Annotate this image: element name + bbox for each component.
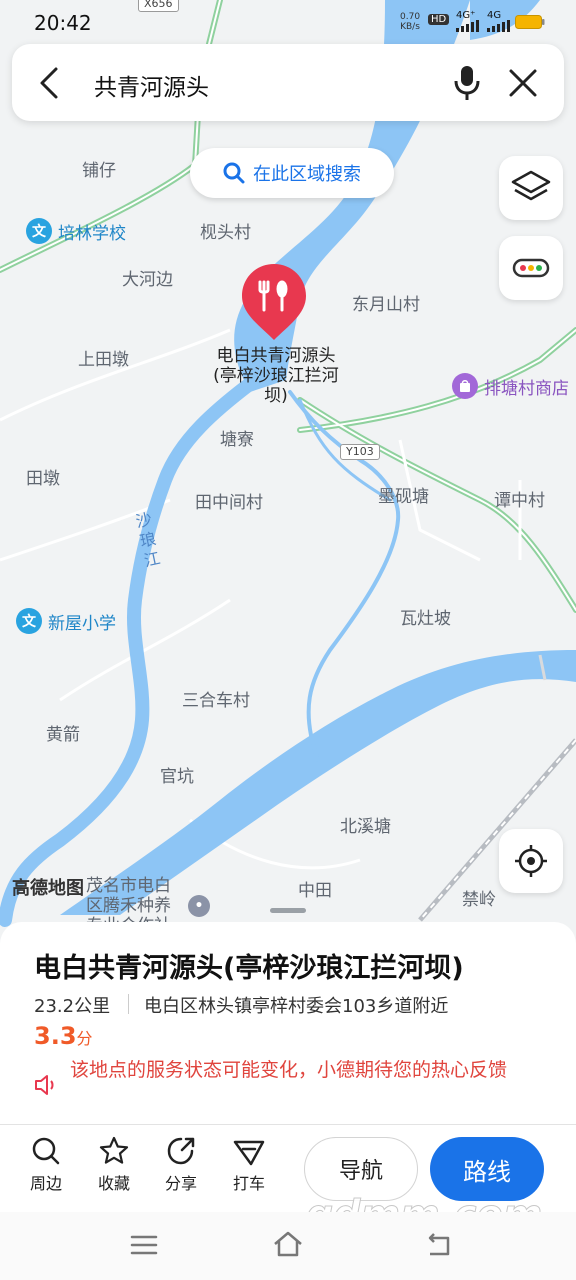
speaker-icon xyxy=(35,1075,54,1095)
share-icon xyxy=(167,1137,195,1165)
place-label: 田中间村 xyxy=(195,493,263,513)
place-label: 官坑 xyxy=(160,767,194,787)
place-label: 墨砚塘 xyxy=(378,487,429,507)
place-label: 大河边 xyxy=(122,270,173,290)
rating-unit: 分 xyxy=(76,1029,93,1048)
place-label: 枧头村 xyxy=(200,223,251,243)
system-nav-bar xyxy=(0,1212,576,1280)
net-speed: 0.70 KB/s xyxy=(400,12,421,32)
drag-handle[interactable] xyxy=(270,908,306,913)
place-title: 电白共青河源头(亭梓沙琅江拦河坝) xyxy=(34,953,464,984)
share-label: 分享 xyxy=(164,1174,197,1193)
place-label: 黄箭 xyxy=(46,725,80,745)
signal-icon xyxy=(487,20,510,32)
taxi-label: 打车 xyxy=(232,1174,265,1193)
place-label: 铺仔 xyxy=(82,161,116,181)
layers-icon xyxy=(511,170,551,201)
poi-school-2[interactable]: 文 新屋小学 xyxy=(16,608,116,634)
hd-badge: HD xyxy=(428,14,450,25)
my-location-button[interactable] xyxy=(499,829,563,893)
place-distance: 23.2公里 xyxy=(34,996,111,1017)
place-label: 塘寮 xyxy=(220,430,254,450)
service-notice[interactable]: 该地点的服务状态可能变化，小德期待您的热心反馈 xyxy=(70,1056,540,1085)
school-icon: 文 xyxy=(26,218,52,244)
action-bar-divider xyxy=(0,1124,576,1125)
school-icon: 文 xyxy=(16,608,42,634)
microphone-icon[interactable] xyxy=(452,64,482,102)
search-icon xyxy=(223,162,245,184)
status-bar: 20:42 0.70 KB/s HD 4G⁺ 4G xyxy=(0,0,576,42)
search-this-area-label: 在此区域搜索 xyxy=(253,164,361,185)
rating-value: 3.3 xyxy=(34,1022,77,1050)
home-icon[interactable] xyxy=(272,1230,304,1258)
clock: 20:42 xyxy=(34,11,92,35)
battery-icon xyxy=(515,15,545,29)
back-icon[interactable] xyxy=(424,1232,454,1258)
info-divider xyxy=(128,994,129,1014)
poi-school-1[interactable]: 文 培林学校 xyxy=(26,218,126,244)
place-label: 东月山村 xyxy=(352,295,420,315)
place-label: 三合车村 xyxy=(182,691,250,711)
taxi-icon xyxy=(233,1140,265,1166)
back-arrow-icon[interactable] xyxy=(36,66,64,100)
menu-icon[interactable] xyxy=(130,1234,158,1256)
location-pin-icon: • xyxy=(188,895,210,917)
place-label: 中田 xyxy=(298,881,332,901)
taxi-action[interactable]: 打车 xyxy=(219,1136,279,1194)
poi-shop[interactable]: 排塘村商店 xyxy=(452,373,569,399)
rating: 3.3分 xyxy=(34,1022,93,1050)
traffic-icon xyxy=(512,258,550,278)
place-label: 瓦灶坡 xyxy=(400,609,451,629)
share-action[interactable]: 分享 xyxy=(151,1136,211,1194)
place-label: 上田墩 xyxy=(78,350,129,370)
search-query[interactable]: 共青河源头 xyxy=(94,68,209,102)
nearby-action[interactable]: 周边 xyxy=(16,1136,76,1194)
place-label: 田墩 xyxy=(26,469,60,489)
signal-icon xyxy=(456,20,479,32)
place-label: 禁岭 xyxy=(462,890,496,910)
map-logo: 高德地图 xyxy=(12,878,84,899)
favorite-label: 收藏 xyxy=(97,1174,130,1193)
navigate-label: 导航 xyxy=(338,1159,383,1184)
route-label: 路线 xyxy=(463,1157,511,1186)
place-label: 北溪塘 xyxy=(340,817,391,837)
layers-button[interactable] xyxy=(499,156,563,220)
crosshair-icon xyxy=(515,845,547,877)
search-icon xyxy=(32,1137,60,1165)
selected-place-marker[interactable] xyxy=(240,262,308,342)
nearby-label: 周边 xyxy=(29,1174,62,1193)
place-address: 电白区林头镇亭梓村委会103乡道附近 xyxy=(144,996,449,1017)
road-tag-y103: Y103 xyxy=(340,444,380,460)
traffic-button[interactable] xyxy=(499,236,563,300)
shopping-bag-icon xyxy=(452,373,478,399)
search-this-area-button[interactable]: 在此区域搜索 xyxy=(190,148,394,198)
favorite-action[interactable]: 收藏 xyxy=(84,1136,144,1194)
place-label: 谭中村 xyxy=(494,491,545,511)
search-bar[interactable]: 共青河源头 xyxy=(12,44,564,121)
star-icon xyxy=(99,1136,129,1164)
close-icon[interactable] xyxy=(508,68,538,98)
selected-place-label: 电白共青河源头(亭梓沙琅江拦河坝) xyxy=(213,346,339,406)
